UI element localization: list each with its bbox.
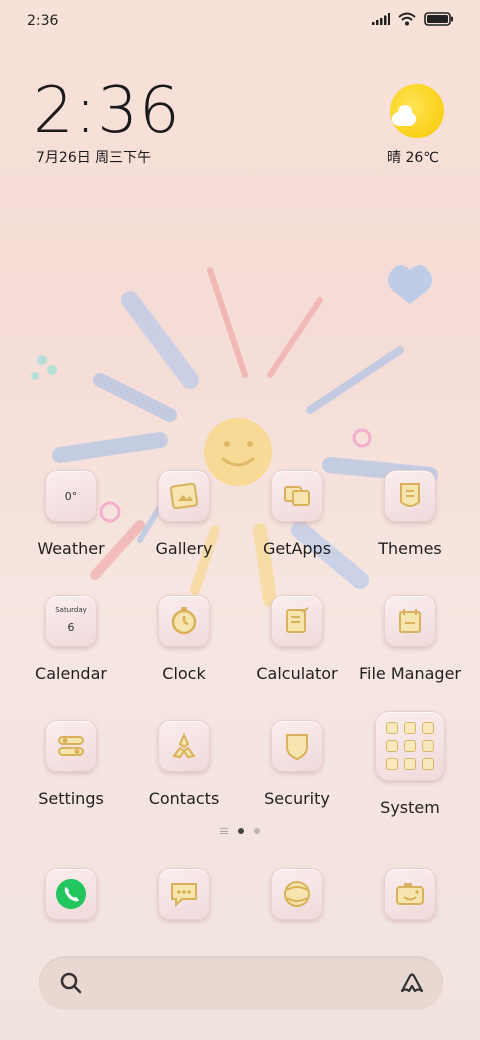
browser-icon[interactable] [271, 868, 323, 920]
app-clock[interactable]: Clock [128, 595, 240, 683]
wifi-icon [398, 12, 416, 26]
app-label-calculator: Calculator [256, 664, 338, 683]
app-label-getapps: GetApps [262, 539, 332, 558]
calendar-tile-num: 6 [67, 621, 75, 634]
app-file-manager[interactable]: File Manager [354, 595, 466, 683]
app-label-themes: Themes [378, 539, 442, 558]
search-bar[interactable] [39, 956, 443, 1010]
app-label-weather: Weather [37, 539, 105, 558]
system-folder-preview [386, 722, 434, 770]
app-label-settings: Settings [38, 789, 104, 808]
messages-icon[interactable] [158, 868, 210, 920]
app-calendar[interactable]: Saturday 6 Calendar [15, 595, 127, 683]
app-drawer-indicator-icon[interactable] [220, 828, 228, 834]
battery-icon [424, 12, 453, 26]
status-icons [372, 12, 454, 26]
search-icon[interactable] [59, 971, 83, 995]
app-label-clock: Clock [162, 664, 206, 683]
gallery-icon[interactable] [158, 470, 210, 522]
app-label-gallery: Gallery [155, 539, 213, 558]
page-dot[interactable] [254, 828, 260, 834]
app-label-calendar: Calendar [35, 664, 107, 683]
app-settings[interactable]: Settings [15, 720, 127, 808]
settings-icon[interactable] [45, 720, 97, 772]
signal-icon [372, 13, 390, 25]
status-bar: 2:36 [0, 0, 480, 44]
app-label-contacts: Contacts [148, 789, 220, 808]
calendar-tile-day: Saturday [55, 606, 87, 614]
app-system-folder[interactable]: System [354, 711, 466, 817]
calculator-icon[interactable] [271, 595, 323, 647]
app-getapps[interactable]: GetApps [241, 470, 353, 558]
app-label-file-manager: File Manager [359, 664, 461, 683]
widget-weather: 晴 26℃ [387, 150, 439, 166]
app-gallery[interactable]: Gallery [128, 470, 240, 558]
app-contacts[interactable]: Contacts [128, 720, 240, 808]
themes-icon[interactable] [384, 470, 436, 522]
getapps-icon[interactable] [271, 470, 323, 522]
widget-date: 7月26日 周三下午 [36, 150, 152, 166]
clock-icon[interactable] [158, 595, 210, 647]
assistant-icon[interactable] [399, 970, 425, 996]
weather-tile-temp: 0° [64, 489, 78, 503]
camera-icon[interactable] [384, 868, 436, 920]
app-label-system: System [380, 798, 440, 817]
security-icon[interactable] [271, 720, 323, 772]
page-indicator[interactable] [0, 828, 480, 834]
page-dot-active[interactable] [238, 828, 244, 834]
system-folder-icon[interactable] [375, 711, 445, 781]
calendar-icon[interactable]: Saturday 6 [45, 595, 97, 647]
app-themes[interactable]: Themes [354, 470, 466, 558]
phone-icon[interactable] [45, 868, 97, 920]
app-security[interactable]: Security [241, 720, 353, 808]
weather-icon[interactable]: 0° [45, 470, 97, 522]
app-calculator[interactable]: Calculator [241, 595, 353, 683]
file-manager-icon[interactable] [384, 595, 436, 647]
widget-clock[interactable]: 2:36 [33, 74, 181, 148]
app-label-security: Security [264, 789, 330, 808]
cloud-icon [392, 105, 416, 126]
contacts-icon[interactable] [158, 720, 210, 772]
app-weather[interactable]: 0° Weather [15, 470, 127, 558]
status-time: 2:36 [27, 13, 59, 29]
